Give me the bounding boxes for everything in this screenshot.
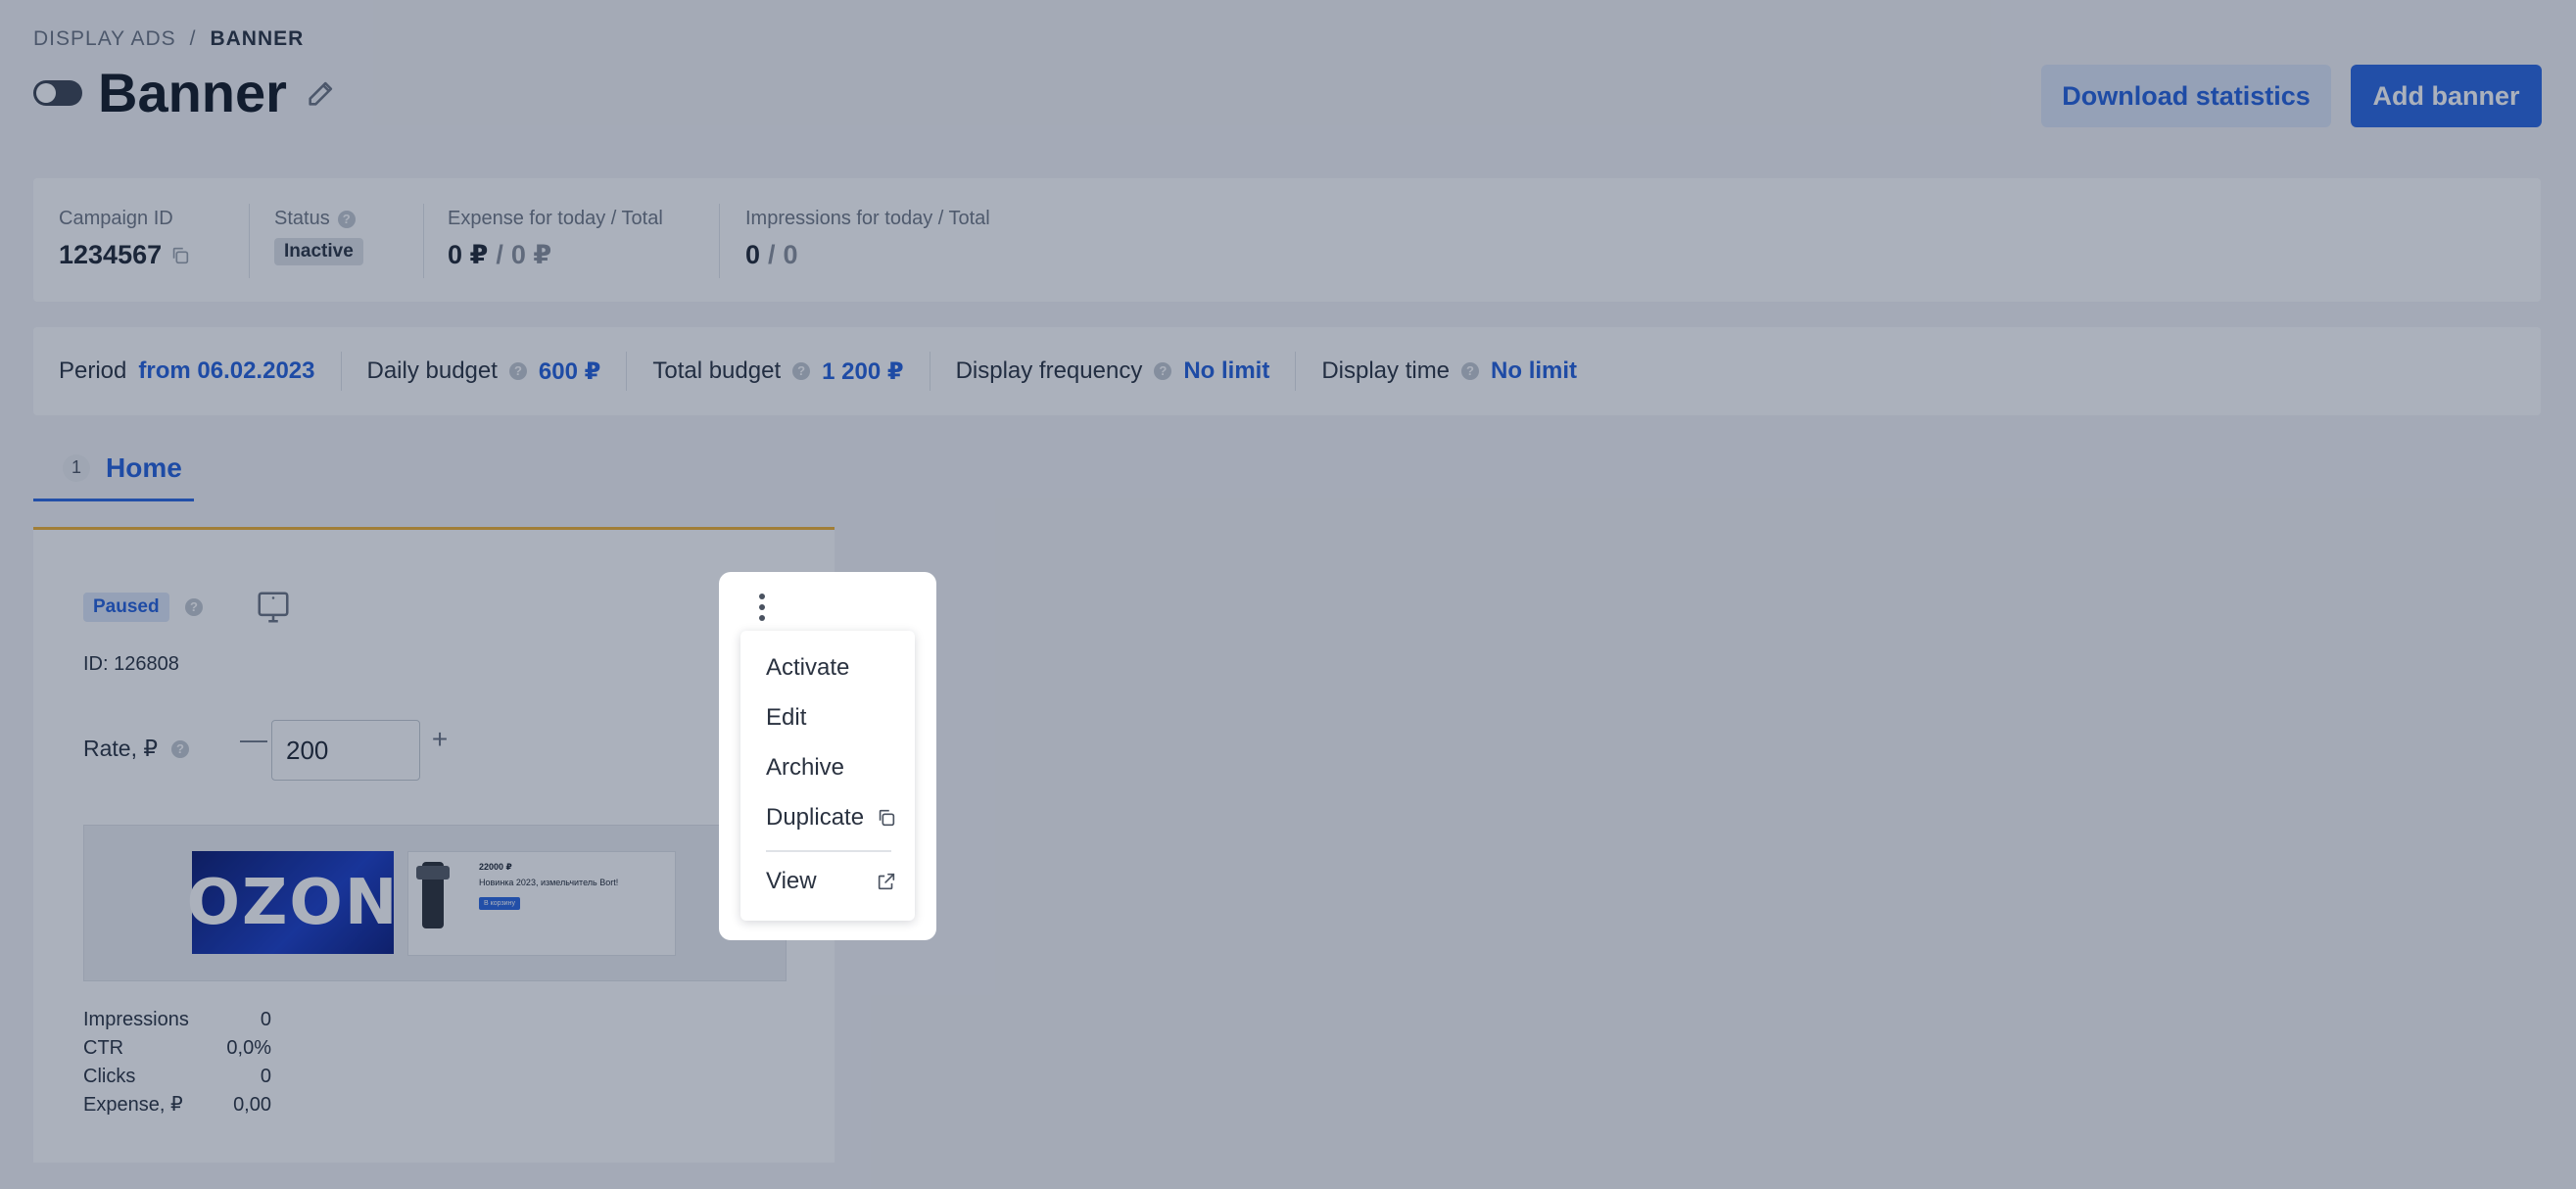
kebab-icon[interactable] [750, 590, 774, 625]
menu-item-label: Archive [766, 754, 845, 781]
actions-menu: Activate Edit Archive Duplicate View [740, 631, 915, 921]
page: DISPLAY ADS / BANNER Banner Download sta… [0, 0, 2576, 1189]
menu-item-label: Edit [766, 704, 807, 731]
copy-icon [879, 809, 895, 827]
menu-item-edit[interactable]: Edit [766, 704, 897, 732]
modal-overlay[interactable] [0, 0, 2576, 1189]
menu-item-label: View [766, 868, 817, 894]
banner-actions-popup: Activate Edit Archive Duplicate View [719, 572, 936, 940]
menu-item-label: Activate [766, 654, 850, 681]
external-link-icon [878, 873, 895, 890]
menu-item-view[interactable]: View [766, 868, 897, 895]
menu-item-duplicate[interactable]: Duplicate [766, 804, 897, 832]
menu-item-archive[interactable]: Archive [766, 754, 897, 782]
menu-divider [766, 850, 891, 852]
menu-item-activate[interactable]: Activate [766, 654, 897, 682]
menu-item-label: Duplicate [766, 804, 865, 831]
